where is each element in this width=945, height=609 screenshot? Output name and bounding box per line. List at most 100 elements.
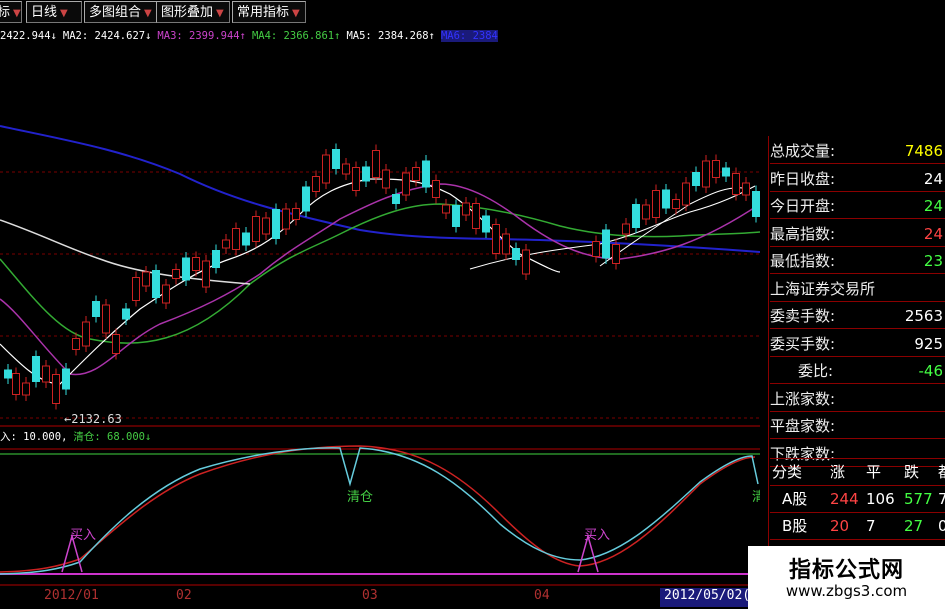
toolbar-button-label: 日线 <box>31 5 58 20</box>
quote-value: 24 <box>923 197 943 215</box>
candle-body <box>342 163 350 175</box>
ma-legend-item: MA4: 2366.861↑ <box>251 30 341 42</box>
candle-body <box>242 232 250 246</box>
candle-body <box>742 182 750 196</box>
candle-body <box>302 186 310 212</box>
quote-label: 上涨家数: <box>770 389 836 408</box>
quote-row: 上海证券交易所 <box>770 276 945 302</box>
candle-body <box>412 167 420 181</box>
candle-body <box>592 241 600 257</box>
table-row-name: B股 <box>782 517 808 535</box>
table-cell: 0 <box>938 517 945 535</box>
candle-body <box>142 271 150 287</box>
candle-body <box>322 154 330 184</box>
candle-body <box>102 304 110 334</box>
candle-body <box>72 338 80 350</box>
candle-body <box>472 203 480 229</box>
candle-body <box>442 204 450 214</box>
quote-row: 平盘家数: <box>770 413 945 439</box>
table-header: 跌 <box>904 463 920 481</box>
candle-body <box>182 257 190 281</box>
dropdown-arrow-icon: ▼ <box>216 8 224 19</box>
candle-body <box>352 167 360 191</box>
candle-body <box>462 202 470 216</box>
date-cursor-label: 2012/05/02(3 <box>664 588 758 603</box>
quote-row: 委卖手数: 2563 <box>770 303 945 329</box>
candle-body <box>692 172 700 186</box>
quote-label: 上海证券交易所 <box>770 279 876 298</box>
date-label: 03 <box>362 588 378 603</box>
candle-body <box>752 191 760 217</box>
indicator-legend: 入: 10.000, 清仓: 68.000↓ <box>0 429 157 445</box>
table-row-name: A股 <box>782 490 808 508</box>
candle-body <box>332 149 340 169</box>
candle-body <box>32 356 40 382</box>
candle-body <box>292 208 300 220</box>
candle-body <box>162 284 170 304</box>
candle-body <box>382 169 390 189</box>
quote-label: 委买手数: <box>770 334 836 353</box>
clear-position-label: 清仓 <box>347 490 373 505</box>
ma-legend-item: MA3: 2399.944↑ <box>157 30 246 42</box>
dropdown-arrow-icon: ▼ <box>13 8 21 19</box>
indicator-legend-item: 入: 10.000, <box>0 431 68 443</box>
candle-body <box>672 199 680 209</box>
table-cell: 577 <box>904 490 933 508</box>
candle-body <box>62 368 70 390</box>
candle-body <box>392 194 400 204</box>
dropdown-arrow-icon: ▼ <box>292 8 300 19</box>
table-header: 平 <box>866 463 882 481</box>
candle-body <box>222 239 230 249</box>
candle-body <box>272 209 280 239</box>
candle-body <box>282 208 290 230</box>
candle-body <box>152 270 160 298</box>
table-cell: 106 <box>866 490 895 508</box>
quote-label: 今日开盘: <box>770 197 836 215</box>
moving-average-legend: 2422.944↓ MA2: 2424.627↓ MA3: 2399.944↑ MA4… <box>0 28 504 44</box>
candle-body <box>132 277 140 301</box>
toolbar-button-0[interactable]: 标 ▼ <box>0 1 22 23</box>
candle-body <box>512 248 520 260</box>
price-chart[interactable]: ←2132.63 买入 买入 清仓 清仓 <box>0 44 760 589</box>
candle-body <box>652 190 660 218</box>
candle-body <box>192 257 200 271</box>
toolbar-button-daily[interactable]: 日线 ▼ <box>26 1 82 23</box>
quote-label: 最高指数: <box>770 224 836 243</box>
table-grid-line <box>770 539 945 540</box>
candle-body <box>612 244 620 264</box>
candle-body <box>432 180 440 198</box>
candle-body <box>12 373 20 395</box>
toolbar-button-label: 常用指标 <box>237 5 290 20</box>
toolbar-button-overlay[interactable]: 图形叠加 ▼ <box>156 1 230 23</box>
candle-body <box>112 334 120 354</box>
quote-value: -46 <box>918 362 944 380</box>
candle-body <box>92 301 100 317</box>
quote-value: 925 <box>914 334 943 353</box>
candle-body <box>722 167 730 177</box>
candle-body <box>362 166 370 182</box>
candle-body <box>22 382 30 396</box>
quote-label: 委比: <box>798 362 834 380</box>
candle-body <box>492 224 500 254</box>
buy-label: 买入 <box>70 528 96 543</box>
candle-body <box>502 233 510 255</box>
quote-label: 平盘家数: <box>770 417 836 435</box>
table-cell: 7 <box>938 490 945 508</box>
candle-body <box>372 150 380 178</box>
indicator-red-line <box>0 445 756 573</box>
candle-body <box>482 215 490 233</box>
quote-row: 最低指数: 23 <box>770 248 945 274</box>
toolbar-button-common-indicators[interactable]: 常用指标 ▼ <box>232 1 306 23</box>
ma-legend-item: MA5: 2384.268↑ <box>346 30 435 42</box>
quote-row: 上涨家数: <box>770 386 945 412</box>
quote-row: 委买手数: 925 <box>770 331 945 357</box>
quote-label: 总成交量: <box>770 142 836 160</box>
table-grid-line <box>770 485 945 486</box>
candle-body <box>712 160 720 178</box>
candle-body <box>602 229 610 259</box>
candle-body <box>312 176 320 192</box>
candle-body <box>172 269 180 279</box>
watermark-title: 指标公式网 <box>788 558 904 583</box>
candle-body <box>212 250 220 268</box>
buy-label: 买入 <box>584 528 610 543</box>
